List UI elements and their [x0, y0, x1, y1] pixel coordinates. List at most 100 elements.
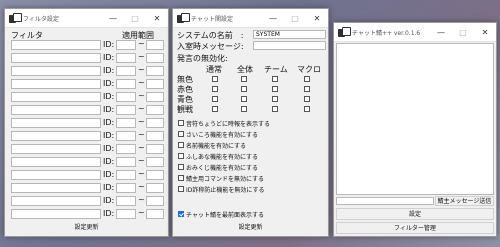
- filter-text-input[interactable]: [11, 66, 101, 76]
- disable-checkbox[interactable]: [272, 76, 278, 82]
- tilde-label: ~: [138, 130, 145, 139]
- settings-button[interactable]: 設定: [336, 208, 494, 220]
- option-checkbox[interactable]: [178, 131, 184, 137]
- filter-text-input[interactable]: [11, 170, 101, 180]
- disable-checkbox[interactable]: [241, 106, 247, 112]
- filter-text-input[interactable]: [11, 131, 101, 141]
- message-input[interactable]: [336, 197, 434, 205]
- id-from-input[interactable]: [116, 144, 136, 154]
- id-from-input[interactable]: [116, 40, 136, 50]
- app-icon: [9, 12, 22, 24]
- id-to-input[interactable]: [146, 40, 164, 50]
- disable-checkbox[interactable]: [241, 76, 247, 82]
- minimize-icon[interactable]: —: [430, 23, 452, 41]
- id-to-input[interactable]: [146, 183, 164, 193]
- filter-update-button[interactable]: 設定更新: [5, 222, 168, 233]
- id-label: ID:: [103, 131, 115, 140]
- option-checkbox[interactable]: [178, 142, 184, 148]
- filter-text-input[interactable]: [11, 144, 101, 154]
- id-to-input[interactable]: [146, 144, 164, 154]
- filter-text-input[interactable]: [11, 157, 101, 167]
- disable-checkbox[interactable]: [304, 86, 310, 92]
- disable-checkbox[interactable]: [272, 96, 278, 102]
- id-to-input[interactable]: [146, 92, 164, 102]
- id-from-input[interactable]: [116, 131, 136, 141]
- id-from-input[interactable]: [116, 157, 136, 167]
- disable-checkbox[interactable]: [304, 96, 310, 102]
- id-from-input[interactable]: [116, 170, 136, 180]
- titlebar[interactable]: チャット鯖++ ver.0.1.6 — □ ✕: [334, 23, 496, 42]
- id-to-input[interactable]: [146, 196, 164, 206]
- filter-text-input[interactable]: [11, 40, 101, 50]
- disable-checkbox[interactable]: [212, 106, 218, 112]
- filter-text-input[interactable]: [11, 118, 101, 128]
- filter-text-input[interactable]: [11, 105, 101, 115]
- id-to-input[interactable]: [146, 79, 164, 89]
- id-from-input[interactable]: [116, 79, 136, 89]
- send-message-button[interactable]: 鯖主メッセージ送信: [435, 196, 494, 206]
- id-from-input[interactable]: [116, 196, 136, 206]
- id-from-input[interactable]: [116, 92, 136, 102]
- id-from-input[interactable]: [116, 105, 136, 115]
- chat-settings-update-button[interactable]: 設定更新: [173, 222, 328, 233]
- titlebar[interactable]: チャット関設定 — □ ✕: [173, 9, 328, 28]
- close-icon[interactable]: ✕: [306, 9, 328, 27]
- id-from-input[interactable]: [116, 183, 136, 193]
- option-checkbox[interactable]: [178, 164, 184, 170]
- filter-text-input[interactable]: [11, 196, 101, 206]
- id-to-input[interactable]: [146, 157, 164, 167]
- disable-checkbox[interactable]: [241, 96, 247, 102]
- disable-checkbox[interactable]: [212, 76, 218, 82]
- id-to-input[interactable]: [146, 118, 164, 128]
- id-label: ID:: [103, 79, 115, 88]
- disable-checkbox[interactable]: [212, 96, 218, 102]
- minimize-icon[interactable]: —: [102, 9, 124, 27]
- disable-checkbox[interactable]: [212, 86, 218, 92]
- maximize-icon[interactable]: □: [124, 9, 146, 27]
- window-title: チャット鯖++ ver.0.1.6: [352, 29, 421, 37]
- id-to-input[interactable]: [146, 170, 164, 180]
- tilde-label: ~: [138, 156, 145, 165]
- id-to-input[interactable]: [146, 209, 164, 219]
- filter-text-input[interactable]: [11, 209, 101, 219]
- id-label: ID:: [103, 105, 115, 114]
- filter-text-input[interactable]: [11, 92, 101, 102]
- chat-log[interactable]: [336, 43, 494, 195]
- tilde-label: ~: [138, 117, 145, 126]
- option-checkbox[interactable]: [178, 186, 184, 192]
- filter-manage-button[interactable]: フィルター管理: [336, 222, 494, 234]
- tilde-label: ~: [138, 143, 145, 152]
- disable-checkbox[interactable]: [304, 76, 310, 82]
- minimize-icon[interactable]: —: [262, 9, 284, 27]
- disable-checkbox[interactable]: [272, 86, 278, 92]
- join-message-input[interactable]: [253, 41, 326, 50]
- option-checkbox[interactable]: [178, 175, 184, 181]
- id-from-input[interactable]: [116, 53, 136, 63]
- id-from-input[interactable]: [116, 118, 136, 128]
- disable-checkbox[interactable]: [304, 106, 310, 112]
- tilde-label: ~: [138, 169, 145, 178]
- system-name-input[interactable]: SYSTEM: [253, 30, 326, 39]
- maximize-icon[interactable]: □: [452, 23, 474, 41]
- option-checkbox[interactable]: [178, 120, 184, 126]
- maximize-icon[interactable]: □: [284, 9, 306, 27]
- id-to-input[interactable]: [146, 66, 164, 76]
- tilde-label: ~: [138, 52, 145, 61]
- titlebar[interactable]: フィルタ設定 — □ ✕: [5, 9, 168, 28]
- topmost-checkbox[interactable]: [178, 211, 184, 217]
- disable-checkbox[interactable]: [272, 106, 278, 112]
- id-to-input[interactable]: [146, 131, 164, 141]
- filter-text-input[interactable]: [11, 79, 101, 89]
- option-checkbox[interactable]: [178, 153, 184, 159]
- close-icon[interactable]: ✕: [474, 23, 496, 41]
- filter-text-input[interactable]: [11, 183, 101, 193]
- close-icon[interactable]: ✕: [146, 9, 168, 27]
- main-window: チャット鯖++ ver.0.1.6 — □ ✕ 鯖主メッセージ送信 設定 フィル…: [333, 22, 497, 237]
- id-from-input[interactable]: [116, 66, 136, 76]
- filter-text-input[interactable]: [11, 53, 101, 63]
- id-to-input[interactable]: [146, 53, 164, 63]
- id-label: ID:: [103, 66, 115, 75]
- id-to-input[interactable]: [146, 105, 164, 115]
- id-from-input[interactable]: [116, 209, 136, 219]
- disable-checkbox[interactable]: [241, 86, 247, 92]
